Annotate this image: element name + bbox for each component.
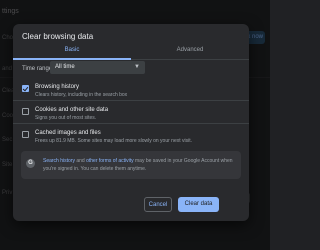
dialog-title: Clear browsing data	[22, 32, 94, 41]
option-divider	[13, 123, 249, 124]
dropdown-caret-icon: ▼	[134, 64, 140, 70]
google-g-icon: G	[26, 159, 35, 168]
time-range-label: Time range	[22, 66, 53, 72]
cancel-button[interactable]: Cancel	[144, 197, 172, 212]
time-range-select[interactable]: All time ▼	[50, 61, 145, 74]
tab-advanced[interactable]: Advanced	[131, 42, 249, 59]
tab-bar: Basic Advanced	[13, 42, 249, 60]
google-account-info-box: G Search history and other forms of acti…	[21, 151, 241, 179]
option-description: Signs you out of most sites.	[35, 115, 97, 121]
clear-browsing-data-dialog: Clear browsing data Basic Advanced Time …	[13, 24, 249, 221]
option-divider	[13, 100, 249, 101]
option-description: Clears history, including in the search …	[35, 92, 128, 98]
info-and: and	[76, 158, 85, 164]
clear-data-button[interactable]: Clear data	[178, 197, 219, 212]
option-description: Frees up 81.9 MB. Some sites may load mo…	[35, 138, 193, 144]
info-text: Search history and other forms of activi…	[43, 157, 235, 173]
option-title: Cookies and other site data	[35, 107, 109, 113]
other-activity-link[interactable]: other forms of activity	[86, 158, 134, 164]
option-title: Browsing history	[35, 84, 80, 90]
cookies-checkbox[interactable]	[22, 108, 29, 115]
search-history-link[interactable]: Search history	[43, 158, 75, 164]
browsing-history-checkbox[interactable]	[22, 85, 29, 92]
cached-images-checkbox[interactable]	[22, 131, 29, 138]
option-title: Cached images and files	[35, 130, 101, 136]
tab-basic[interactable]: Basic	[13, 42, 131, 60]
time-range-value: All time	[55, 64, 75, 70]
